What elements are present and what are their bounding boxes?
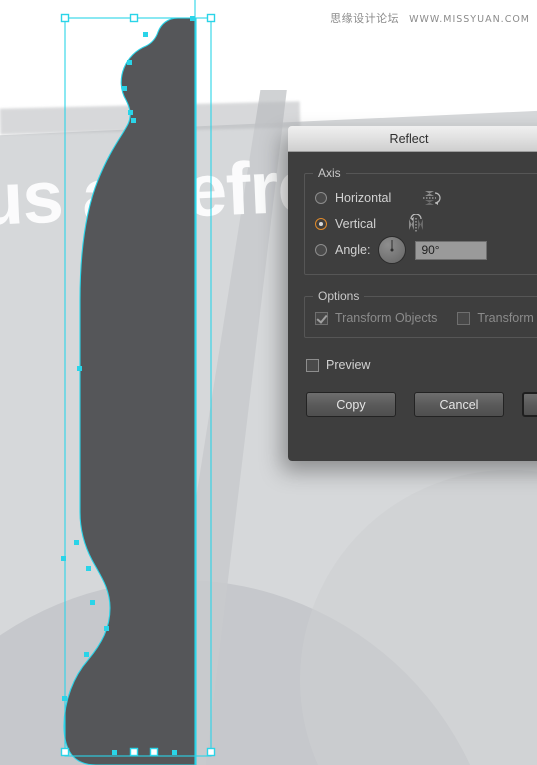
- dialog-body: Axis Horizontal Vertical Angle: 90° Opti…: [288, 152, 537, 461]
- angle-dial-hub: [390, 248, 394, 252]
- watermark-site-name: 思缘设计论坛: [330, 12, 400, 25]
- screenshot-root: us an efre 思缘设计论坛 WWW.MISSYUAN.COM Refle…: [0, 0, 537, 765]
- radio-horizontal[interactable]: [315, 192, 327, 204]
- checkbox-preview[interactable]: [306, 358, 319, 372]
- options-fieldset: Options Transform Objects Transform Patt…: [304, 289, 537, 338]
- axis-option-horizontal[interactable]: Horizontal: [315, 186, 537, 210]
- preview-row[interactable]: Preview: [306, 354, 537, 376]
- ok-button[interactable]: OK: [522, 392, 537, 417]
- canvas-background-text: us an efre: [0, 143, 320, 242]
- reflect-vertical-icon: [409, 214, 423, 232]
- axis-fieldset: Axis Horizontal Vertical Angle: 90°: [304, 166, 537, 275]
- checkbox-transform-objects[interactable]: [315, 311, 328, 325]
- angle-input[interactable]: [415, 240, 488, 260]
- radio-angle[interactable]: [315, 244, 327, 256]
- options-checkbox-row: Transform Objects Transform Patterns: [315, 307, 537, 329]
- radio-vertical[interactable]: [315, 218, 327, 230]
- dialog-titlebar[interactable]: Reflect: [288, 126, 537, 152]
- dialog-buttons: Copy Cancel OK: [306, 392, 537, 417]
- watermark-url: WWW.MISSYUAN.COM: [409, 14, 530, 25]
- label-angle: Angle:: [335, 243, 371, 257]
- checkbox-transform-patterns[interactable]: [457, 311, 471, 325]
- reflect-vertical-icon-slot: [376, 214, 430, 234]
- reflect-dialog[interactable]: Reflect Axis Horizontal Vertical Angle: …: [288, 126, 537, 461]
- label-transform-objects: Transform Objects: [335, 311, 438, 325]
- label-horizontal: Horizontal: [335, 191, 392, 205]
- label-preview: Preview: [326, 358, 371, 372]
- reflect-horizontal-icon-slot: [391, 188, 445, 208]
- reflect-horizontal-icon: [423, 191, 441, 205]
- copy-button[interactable]: Copy: [306, 392, 396, 417]
- options-legend: Options: [318, 289, 360, 303]
- label-vertical: Vertical: [335, 217, 376, 231]
- cancel-button[interactable]: Cancel: [414, 392, 504, 417]
- checkbox-transform-patterns-group[interactable]: Transform Patterns: [457, 311, 537, 325]
- axis-legend: Axis: [318, 166, 341, 180]
- axis-option-vertical[interactable]: Vertical: [315, 212, 537, 236]
- watermark: 思缘设计论坛 WWW.MISSYUAN.COM: [330, 10, 530, 26]
- label-transform-patterns: Transform Patterns: [477, 311, 537, 325]
- angle-dial[interactable]: [378, 236, 407, 264]
- dialog-title: Reflect: [389, 131, 429, 146]
- checkbox-transform-objects-group[interactable]: Transform Objects: [315, 311, 437, 325]
- axis-option-angle[interactable]: Angle:: [315, 236, 537, 264]
